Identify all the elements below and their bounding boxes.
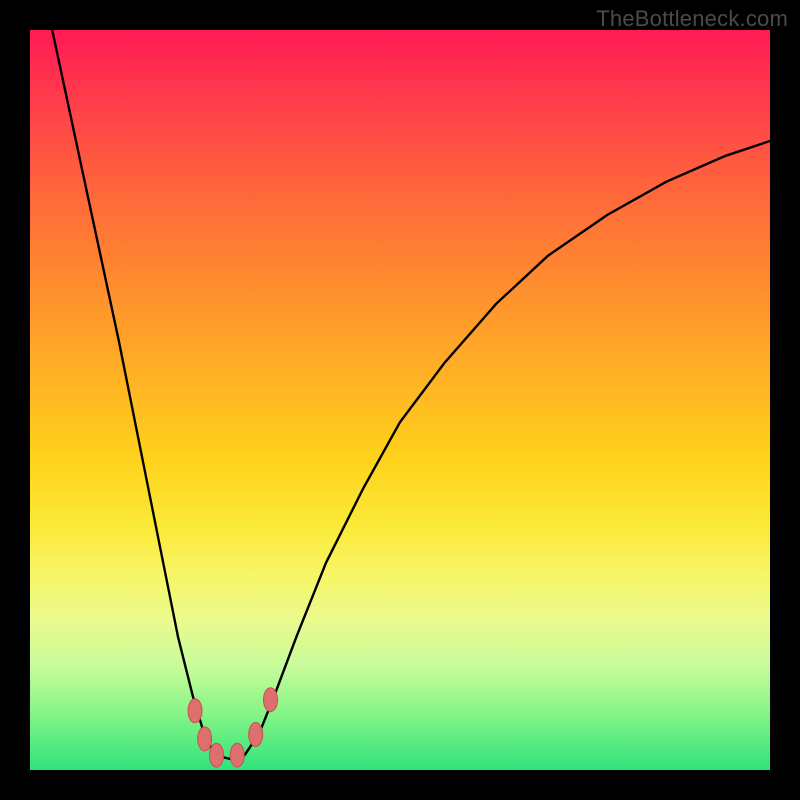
chart-stage: TheBottleneck.com xyxy=(0,0,800,800)
trough-marker-2 xyxy=(230,743,244,767)
left-marker-1 xyxy=(188,699,202,723)
plot-area xyxy=(30,30,770,770)
bottleneck-curve xyxy=(52,30,770,759)
trough-marker-1 xyxy=(209,743,223,767)
watermark-text: TheBottleneck.com xyxy=(596,6,788,32)
curve-svg xyxy=(30,30,770,770)
left-marker-2 xyxy=(198,727,212,751)
right-marker-2 xyxy=(264,688,278,712)
right-marker-1 xyxy=(249,722,263,746)
